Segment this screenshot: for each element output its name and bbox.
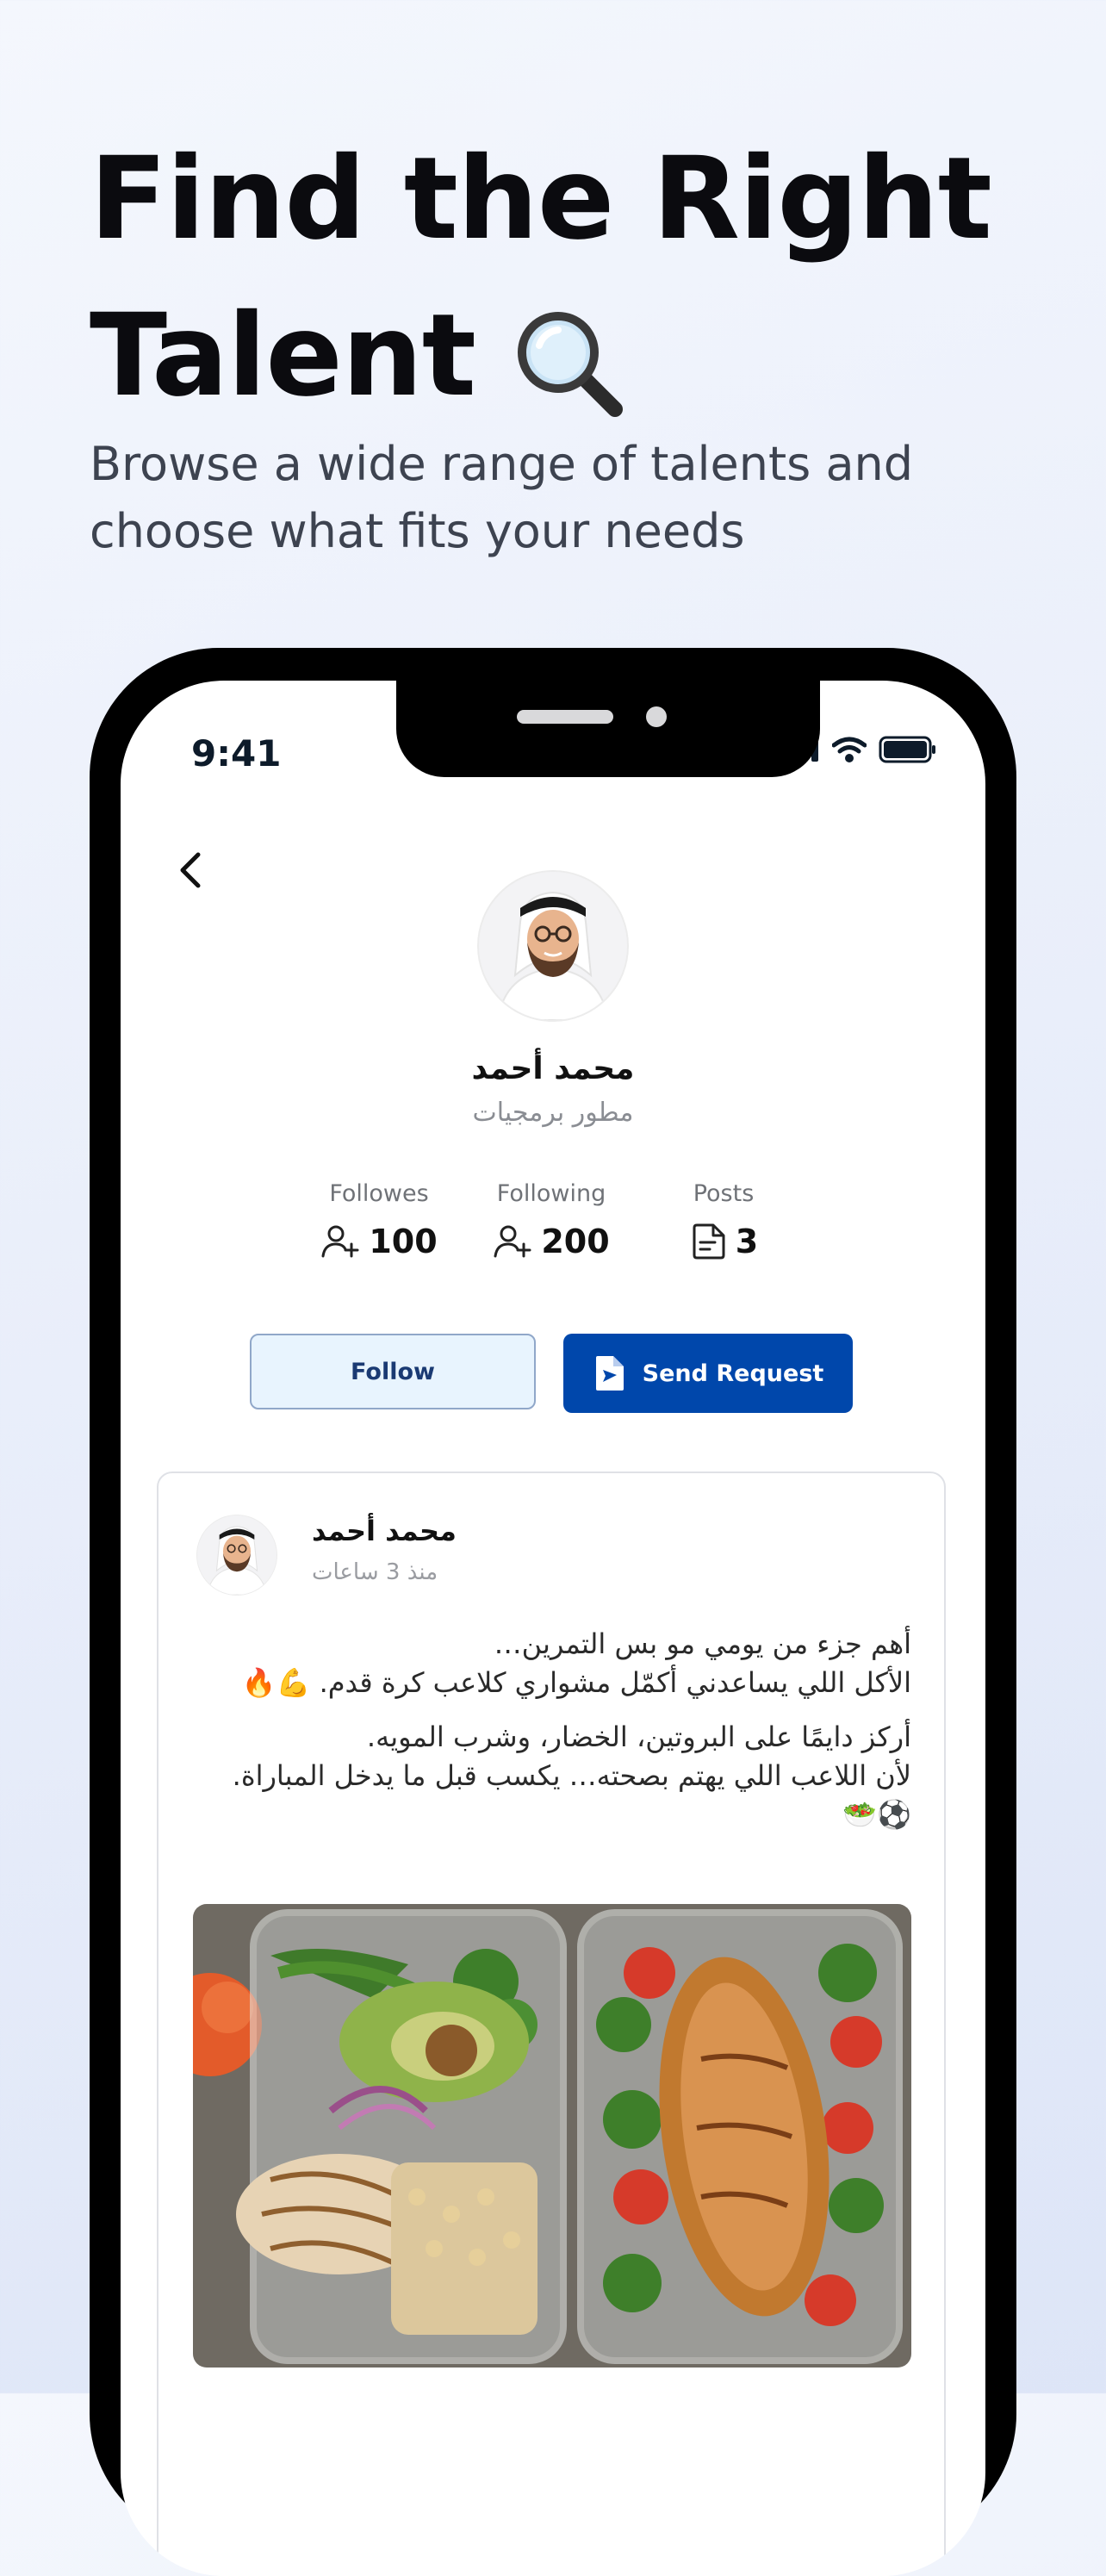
battery-icon [879,736,935,763]
stat-label: Followes [329,1180,429,1207]
phone-notch [396,681,820,777]
post-timestamp: منذ 3 ساعات [312,1559,438,1585]
back-button[interactable] [172,844,207,896]
wifi-icon [832,737,867,762]
post-author-name: محمد أحمد [312,1515,457,1547]
post-image-meal-prep[interactable] [193,1904,911,2368]
stat-following[interactable]: Following 200 [474,1180,629,1260]
post-line: لأن اللاعب اللي يهتم بصحته… يكسب قبل ما … [232,1759,911,1831]
speaker [517,710,613,724]
stat-value: 200 [541,1223,610,1260]
stat-label: Posts [693,1180,755,1207]
status-time: 9:41 [191,732,282,775]
post-line: الأكل اللي يساعدني أكمّل مشواري كلاعب كر… [241,1666,911,1699]
stat-label: Following [496,1180,606,1207]
send-request-label: Send Request [642,1360,824,1387]
profile-role: مطور برمجيات [472,1098,634,1128]
send-request-button[interactable]: Send Request [563,1334,853,1413]
document-icon [693,1223,725,1260]
post-line: أركز دايمًا على البروتين، الخضار، وشرب ا… [366,1720,911,1753]
post-author-avatar [196,1515,277,1596]
add-user-icon [321,1225,359,1258]
phone-frame: 9:41 محمد أحمد مطور برمجيات Followes 100… [90,648,1016,2576]
profile-stats: Followes 100 Following 200 Posts 3 [301,1180,801,1260]
stat-value: 100 [369,1223,438,1260]
chevron-left-icon [180,852,201,888]
stat-followers[interactable]: Followes 100 [301,1180,457,1260]
magnifying-glass-icon [513,301,624,417]
stat-posts[interactable]: Posts 3 [646,1180,801,1260]
hero-title-line1: Find the Right [90,133,992,265]
stat-value: 3 [735,1223,759,1260]
profile-name: محمد أحمد [471,1051,635,1086]
phone-screen: 9:41 محمد أحمد مطور برمجيات Followes 100… [121,681,985,2576]
camera [646,706,667,727]
hero-title-line2: Talent [90,289,476,422]
post-card[interactable]: محمد أحمد منذ 3 ساعات أهم جزء من يومي مو… [157,1472,946,2576]
hero-subtitle: Browse a wide range of talents and choos… [90,437,914,558]
hero-title: Find the Right Talent [90,121,1037,434]
add-user-icon [494,1225,531,1258]
post-body: أهم جزء من يومي مو بس التمرين… الأكل الل… [193,1625,911,1834]
follow-button[interactable]: Follow [250,1334,536,1409]
send-document-icon [595,1356,624,1391]
profile-avatar [477,870,629,1022]
post-line: أهم جزء من يومي مو بس التمرين… [494,1627,911,1660]
